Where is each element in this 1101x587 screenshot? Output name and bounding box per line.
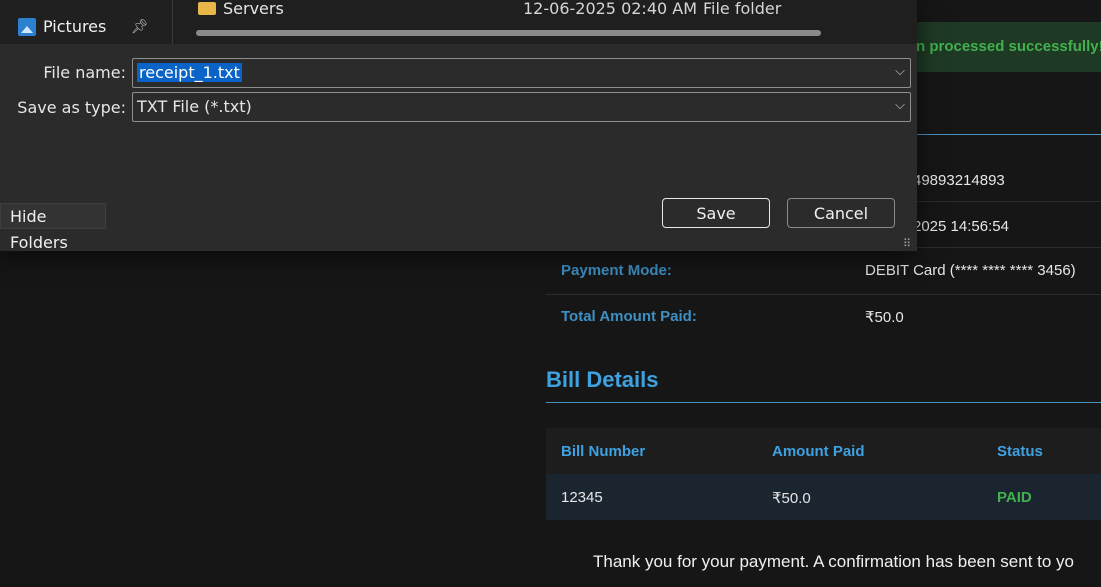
bill-details-divider (546, 402, 1101, 403)
amount-paid-cell: ₹50.0 (772, 490, 811, 507)
hide-folders-button[interactable]: Hide Folders (0, 203, 106, 252)
folder-icon (198, 2, 216, 15)
navigation-pane: Pictures 📌︎ (0, 0, 172, 44)
folder-name: Servers (223, 0, 284, 18)
file-name-value[interactable]: receipt_1.txt (137, 63, 242, 82)
cancel-button[interactable]: Cancel (787, 198, 895, 228)
nav-item-label: Pictures (43, 17, 107, 36)
thank-you-message: Thank you for your payment. A confirmati… (593, 552, 1074, 571)
chevron-down-icon[interactable]: ⌵ (895, 98, 905, 113)
horizontal-scrollbar[interactable] (196, 30, 821, 36)
col-amount-paid: Amount Paid (772, 443, 865, 460)
status-badge: PAID (997, 489, 1032, 506)
total-amount-value: ₹50.0 (865, 309, 904, 326)
chevron-down-icon[interactable]: ⌵ (895, 64, 905, 79)
folder-type: File folder (703, 0, 782, 18)
pictures-icon (18, 17, 36, 36)
resize-grip-icon[interactable]: ⠿ (903, 237, 911, 250)
nav-item-pictures[interactable]: Pictures (18, 17, 106, 36)
file-list: Servers 12-06-2025 02:40 AM File folder (173, 0, 917, 44)
save-as-type-label: Save as type: (17, 98, 126, 117)
pin-icon[interactable]: 📌︎ (131, 19, 149, 35)
file-name-field[interactable]: receipt_1.txt ⌵ (132, 58, 911, 88)
detail-row-payment-mode: Payment Mode: DEBIT Card (**** **** ****… (546, 248, 1101, 295)
payment-mode-label: Payment Mode: (561, 262, 672, 279)
payment-mode-value: DEBIT Card (**** **** **** 3456) (865, 262, 1076, 279)
folder-date: 12-06-2025 02:40 AM (523, 0, 698, 18)
bill-table-header: Bill Number Amount Paid Status (546, 428, 1101, 474)
col-status: Status (997, 443, 1043, 460)
detail-row-total: Total Amount Paid: ₹50.0 (546, 294, 1101, 340)
save-button[interactable]: Save (662, 198, 770, 228)
col-bill-number: Bill Number (561, 443, 646, 460)
bill-details-title: Bill Details (546, 367, 659, 392)
bill-number-cell: 12345 (561, 489, 603, 506)
save-as-dialog: Pictures 📌︎ Servers 12-06-2025 02:40 AM … (0, 0, 917, 252)
bill-table: Bill Number Amount Paid Status 12345 ₹50… (546, 428, 1101, 520)
table-row: 12345 ₹50.0 PAID (546, 474, 1101, 520)
save-as-type-value: TXT File (*.txt) (137, 97, 252, 116)
save-as-type-select[interactable]: TXT File (*.txt) ⌵ (132, 92, 911, 122)
total-amount-label: Total Amount Paid: (561, 308, 697, 325)
file-name-label: File name: (43, 63, 126, 82)
